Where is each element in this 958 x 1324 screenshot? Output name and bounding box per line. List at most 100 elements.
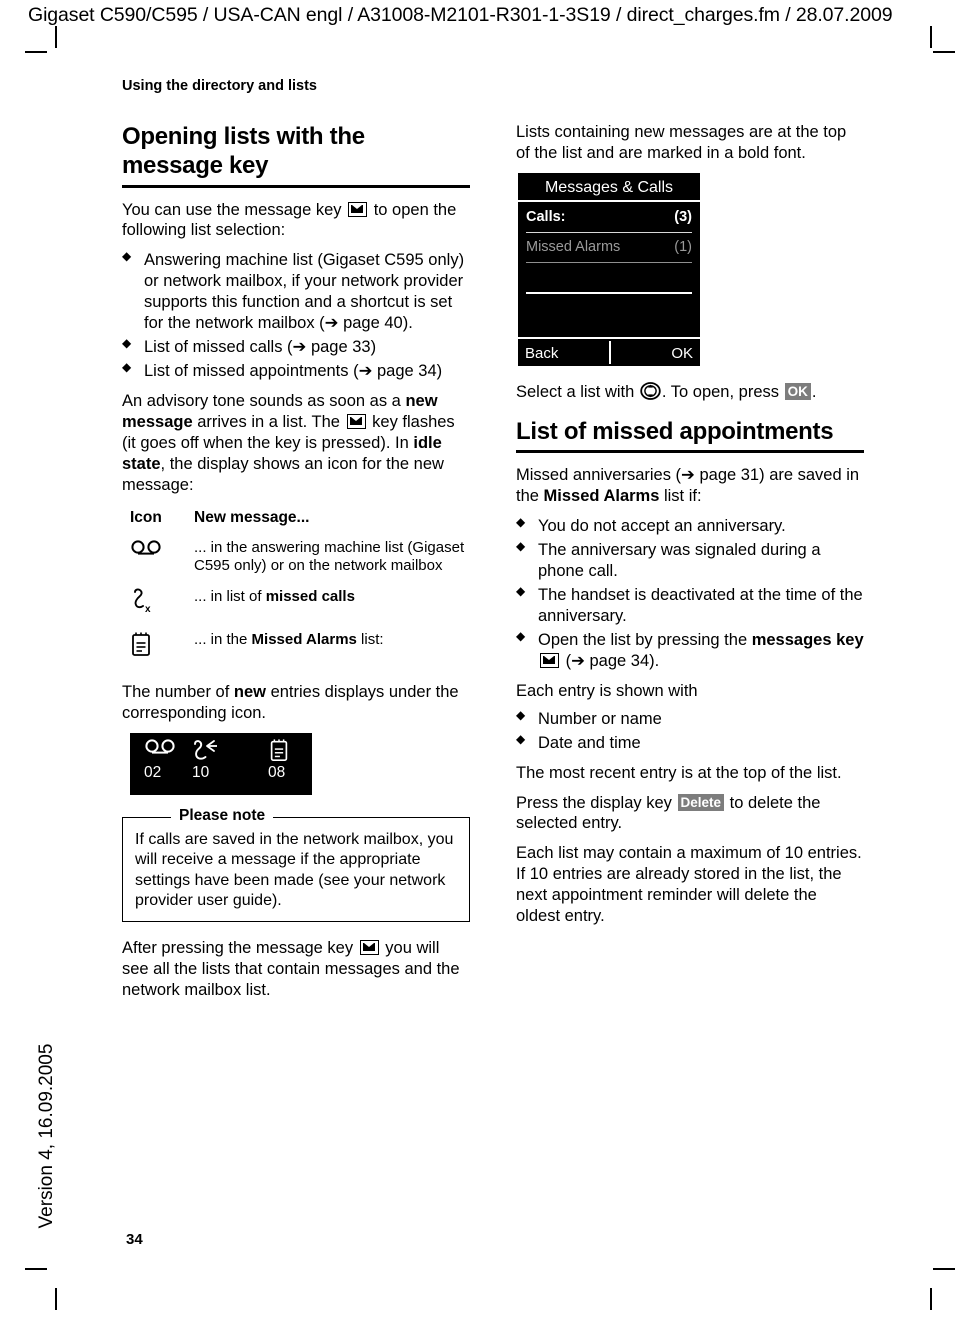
counter-value: 10 xyxy=(192,764,210,782)
counts-bold-new: new xyxy=(233,683,266,702)
list-separator xyxy=(526,261,692,264)
missed-anniversaries-paragraph: Missed anniversaries (➔ page 31) are sav… xyxy=(516,465,864,507)
missed-alarms-clipboard-icon xyxy=(268,738,290,767)
delete-display-key: Delete xyxy=(677,793,725,811)
right-intro-paragraph: Lists containing new messages are at the… xyxy=(516,123,847,162)
svg-text:x: x xyxy=(145,604,151,614)
select-text-2: . To open, press xyxy=(661,382,784,401)
crop-mark-top-right-horizontal xyxy=(933,51,955,53)
select-list-paragraph: Select a list with . To open, press OK. xyxy=(516,382,864,403)
press-text-1: Press the display key xyxy=(516,793,677,812)
section-heading-line1: Opening lists with the xyxy=(122,123,365,150)
missed-alarms-clipboard-icon xyxy=(122,629,192,672)
crop-mark-top-right-vertical xyxy=(930,26,932,48)
counts-text-1: The number of xyxy=(122,683,234,702)
each-entry-paragraph: Each entry is shown with xyxy=(516,681,698,700)
ok-button[interactable]: OK xyxy=(671,339,693,368)
handset-display-mockup: Messages & Calls Calls: (3) Missed Alarm… xyxy=(518,172,700,368)
counter-icons-row xyxy=(130,738,312,764)
idle-display-counters: 02 10 08 xyxy=(130,733,312,796)
list-item-text: Open the list by pressing the xyxy=(538,630,752,649)
list-item: Date and time xyxy=(516,732,864,754)
entry-fields-bullets: Number or name Date and time xyxy=(516,708,864,754)
crop-mark-bottom-right-horizontal xyxy=(933,1268,955,1270)
closing-paragraph: After pressing the message key you will … xyxy=(122,938,470,1001)
advisory-tone-paragraph: An advisory tone sounds as soon as a new… xyxy=(122,391,470,496)
list-item: Answering machine list (Gigaset C595 onl… xyxy=(122,249,470,334)
handset-display-list: Calls: (3) Missed Alarms (1) xyxy=(518,202,700,337)
icon-description: ... in the Missed Alarms list: xyxy=(192,629,470,672)
ok-display-key: OK xyxy=(784,382,811,400)
counter-value: 08 xyxy=(268,764,286,782)
list-item[interactable]: Calls: (3) xyxy=(526,204,692,231)
list-item-count: (1) xyxy=(674,238,692,255)
navigation-key-icon xyxy=(640,382,661,400)
crop-mark-bottom-right-vertical xyxy=(930,1288,932,1310)
answering-machine-tape-icon xyxy=(122,537,192,586)
column-header-icon: Icon xyxy=(130,508,162,526)
handset-display-title: Messages & Calls xyxy=(518,173,700,202)
list-item: You do not accept an anniversary. xyxy=(516,515,864,537)
icon-description: ... in list of missed calls xyxy=(192,586,470,629)
list-item[interactable]: Missed Alarms (1) xyxy=(526,234,692,261)
advisory-text-2: arrives in a list. The xyxy=(192,413,345,432)
section-rule xyxy=(516,450,864,454)
message-key-icon xyxy=(540,652,559,668)
select-text-3: . xyxy=(811,382,817,401)
message-key-icon xyxy=(359,940,379,956)
missed-call-handset-icon xyxy=(192,738,222,767)
icon-description-tail: list: xyxy=(356,630,384,648)
list-separator xyxy=(526,291,692,294)
missed-call-handset-icon: x xyxy=(122,586,192,629)
counts-paragraph: The number of new entries displays under… xyxy=(122,682,470,724)
icon-description-bold: missed calls xyxy=(265,587,355,605)
delete-key-paragraph: Press the display key Delete to delete t… xyxy=(516,793,864,835)
section-heading-opening-lists: Opening lists with the message key xyxy=(122,122,470,181)
icon-description-plain: ... in the xyxy=(194,630,252,648)
intro-text-a: You can use the message key xyxy=(122,200,347,219)
handset-softkey-bar: Back OK xyxy=(518,336,700,368)
page-number: 34 xyxy=(126,1231,143,1248)
intro-paragraph: You can use the message key to open the … xyxy=(122,200,470,242)
icon-description-plain: ... in list of xyxy=(194,587,266,605)
list-item-tail: (➔ page 34). xyxy=(561,651,660,670)
right-column: Lists containing new messages are at the… xyxy=(516,122,864,936)
list-item: Open the list by pressing the messages k… xyxy=(516,629,864,672)
back-button[interactable]: Back xyxy=(525,339,558,368)
saved-text-2: list if: xyxy=(659,487,702,506)
crop-mark-top-left-vertical xyxy=(55,26,57,48)
list-item: The anniversary was signaled during a ph… xyxy=(516,539,864,582)
list-item-label: Calls: xyxy=(526,208,566,225)
table-row: x ... in list of missed calls xyxy=(122,586,470,629)
section-heading-line2: message key xyxy=(122,152,269,180)
chapter-label: Using the directory and lists xyxy=(122,78,317,94)
crop-mark-top-left-horizontal xyxy=(25,51,47,53)
list-item: The handset is deactivated at the time o… xyxy=(516,584,864,627)
missed-alarms-conditions: You do not accept an anniversary. The an… xyxy=(516,515,864,672)
advisory-text-4: , the display shows an icon for the new … xyxy=(122,455,444,494)
list-item: Number or name xyxy=(516,708,864,730)
please-note-text: If calls are saved in the network mailbo… xyxy=(135,831,454,909)
column-header-description: New message... xyxy=(194,508,310,526)
section-rule xyxy=(122,184,470,188)
list-item: List of missed appointments (➔ page 34) xyxy=(122,360,470,382)
counter-value: 02 xyxy=(144,764,162,782)
closing-text-1: After pressing the message key xyxy=(122,939,358,958)
max-entries-paragraph: Each list may contain a maximum of 10 en… xyxy=(516,844,862,926)
crop-mark-bottom-left-horizontal xyxy=(25,1268,47,1270)
crop-mark-bottom-left-vertical xyxy=(55,1288,57,1310)
icon-legend-table: Icon New message... ... in the answering… xyxy=(122,505,470,672)
section-heading-missed-appointments: List of missed appointments xyxy=(516,417,834,445)
document-page: Gigaset C590/C595 / USA-CAN engl / A3100… xyxy=(0,0,958,1324)
list-item-count: (3) xyxy=(674,208,692,225)
message-key-icon xyxy=(346,414,366,430)
list-selection-bullets: Answering machine list (Gigaset C595 onl… xyxy=(122,249,470,382)
left-column: Opening lists with the message key You c… xyxy=(122,122,470,1010)
advisory-text-1: An advisory tone sounds as soon as a xyxy=(122,392,406,411)
list-item-bold: messages key xyxy=(751,630,864,649)
saved-bold-missed-alarms: Missed Alarms xyxy=(543,487,660,506)
select-text-1: Select a list with xyxy=(516,382,639,401)
table-row: ... in the Missed Alarms list: xyxy=(122,629,470,672)
list-item-label: Missed Alarms xyxy=(526,238,621,255)
version-footer: Version 4, 16.09.2005 xyxy=(36,1043,57,1229)
